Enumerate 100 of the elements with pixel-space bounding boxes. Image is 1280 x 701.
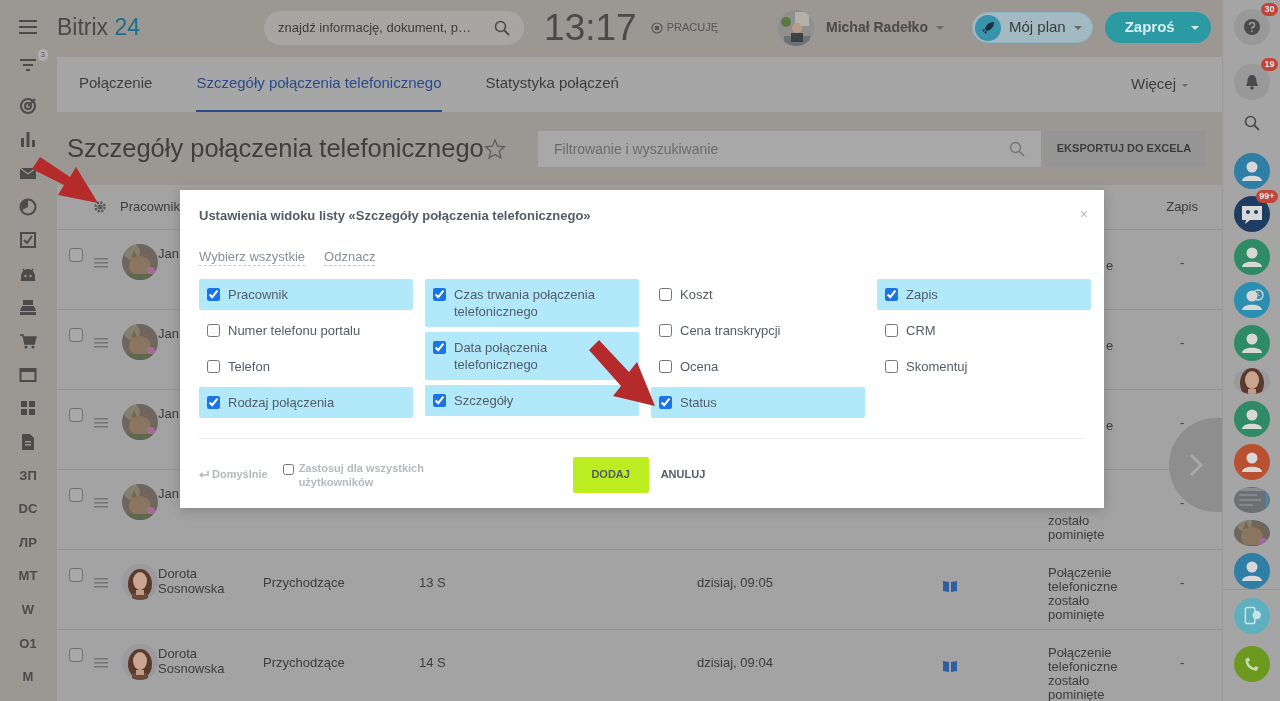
tab[interactable]: Statystyka połączeń <box>485 57 619 112</box>
invite-button[interactable]: Zaproś <box>1104 12 1211 43</box>
checkbox[interactable] <box>659 395 672 409</box>
stop-icon[interactable] <box>650 21 663 34</box>
book-icon[interactable] <box>943 659 957 672</box>
checkbox[interactable] <box>659 323 672 337</box>
option-label[interactable]: Pracownik <box>228 285 288 303</box>
export-button[interactable]: EKSPORTUJ DO EXCELA <box>1043 130 1205 167</box>
option-row[interactable]: Koszt <box>651 278 865 310</box>
option-label[interactable]: Status <box>680 393 717 411</box>
clock-icon[interactable] <box>19 197 37 216</box>
option-row[interactable]: Ocena <box>651 350 865 382</box>
checkbox[interactable] <box>433 340 446 354</box>
drag-handle-icon[interactable] <box>94 337 108 348</box>
contact-avatar[interactable] <box>1233 325 1270 361</box>
contact-avatar[interactable] <box>1233 444 1270 480</box>
option-label[interactable]: Koszt <box>680 285 713 303</box>
row-checkbox[interactable] <box>69 408 83 422</box>
option-label[interactable]: Ocena <box>680 357 719 375</box>
menu-item[interactable]: MT <box>18 566 38 586</box>
option-row[interactable]: Czas trwania połączenia telefonicznego <box>425 278 639 327</box>
user-name[interactable]: Michał Radełko <box>826 17 944 38</box>
apps-grid-icon[interactable] <box>19 399 37 418</box>
help-icon[interactable] <box>1243 19 1260 35</box>
contact-avatar[interactable] <box>1233 553 1270 589</box>
contact-avatar[interactable] <box>1233 239 1270 275</box>
row-checkbox[interactable] <box>69 568 83 582</box>
book-icon[interactable] <box>943 579 957 592</box>
menu-item[interactable]: W <box>21 599 35 620</box>
search-icon[interactable] <box>1243 114 1260 131</box>
option-label[interactable]: Szczegóły <box>454 391 514 409</box>
more-menu[interactable]: Więcej <box>1125 57 1194 112</box>
target-icon[interactable] <box>19 96 37 115</box>
checkbox[interactable] <box>433 287 446 301</box>
bar-chart-icon[interactable] <box>19 130 37 149</box>
menu-item[interactable]: O1 <box>19 633 37 654</box>
checkbox[interactable] <box>885 359 898 373</box>
cancel-button[interactable]: ANULUJ <box>660 466 706 483</box>
menu-icon[interactable] <box>19 20 37 34</box>
phone-cloud-icon[interactable] <box>1233 597 1270 635</box>
row-checkbox[interactable] <box>69 648 83 662</box>
settings-icon[interactable] <box>93 200 107 214</box>
checkbox[interactable] <box>659 359 672 373</box>
option-label[interactable]: Cena transkrypcji <box>680 321 781 339</box>
checkbox[interactable] <box>207 287 220 301</box>
checkbox[interactable] <box>433 393 446 407</box>
option-row[interactable]: Rodzaj połączenia <box>199 386 413 418</box>
option-label[interactable]: CRM <box>906 321 936 339</box>
phone-icon[interactable] <box>1233 645 1270 683</box>
option-row[interactable]: Telefon <box>199 350 413 382</box>
employee-name[interactable]: Dorota Sosnowska <box>158 646 250 676</box>
checkbox[interactable] <box>207 395 220 409</box>
cart-icon[interactable] <box>19 331 37 350</box>
drag-handle-icon[interactable] <box>94 417 108 428</box>
tab[interactable]: Połączenie <box>79 57 153 112</box>
checkbox[interactable] <box>659 287 672 301</box>
window-icon[interactable] <box>19 365 37 384</box>
menu-item[interactable]: ЛР <box>19 532 37 553</box>
drag-handle-icon[interactable] <box>94 257 108 268</box>
option-label[interactable]: Data połączenia telefonicznego <box>454 338 631 373</box>
option-label[interactable]: Rodzaj połączenia <box>228 393 335 411</box>
option-label[interactable]: Numer telefonu portalu <box>228 321 361 339</box>
checkbox[interactable] <box>207 323 220 337</box>
deselect-link[interactable]: Odznacz <box>324 248 376 266</box>
contact-avatar[interactable] <box>1233 282 1270 318</box>
checkbox[interactable] <box>207 359 220 373</box>
checkbox[interactable] <box>885 287 898 301</box>
bell-icon[interactable] <box>1243 74 1260 90</box>
column-header[interactable]: Zapis <box>1166 197 1198 217</box>
option-label[interactable]: Czas trwania połączenia telefonicznego <box>454 285 631 320</box>
contact-avatar[interactable] <box>1233 153 1270 189</box>
option-row[interactable]: Cena transkrypcji <box>651 314 865 346</box>
select-all-link[interactable]: Wybierz wszystkie <box>199 248 306 266</box>
cash-register-icon[interactable] <box>19 298 37 317</box>
option-row[interactable]: Data połączenia telefonicznego <box>425 331 639 380</box>
option-label[interactable]: Skomentuj <box>906 357 968 375</box>
option-row[interactable]: CRM <box>877 314 1091 346</box>
search-field[interactable]: znajdź informację, dokument, p… <box>264 10 525 45</box>
drag-handle-icon[interactable] <box>94 577 108 588</box>
drag-handle-icon[interactable] <box>94 497 108 508</box>
option-row[interactable]: Numer telefonu portalu <box>199 314 413 346</box>
plan-button[interactable]: Mój plan <box>971 12 1093 43</box>
option-row[interactable]: Skomentuj <box>877 350 1091 382</box>
row-checkbox[interactable] <box>69 248 83 262</box>
checkbox[interactable] <box>885 323 898 337</box>
filter-icon[interactable] <box>19 56 37 74</box>
option-row[interactable]: Pracownik <box>199 278 413 310</box>
tab[interactable]: Szczegóły połączenia telefonicznego <box>196 57 442 112</box>
drag-handle-icon[interactable] <box>94 657 108 668</box>
option-row[interactable]: Status <box>651 386 865 418</box>
option-label[interactable]: Telefon <box>228 357 270 375</box>
contact-avatar[interactable] <box>1233 401 1270 437</box>
option-label[interactable]: Zapis <box>906 285 938 303</box>
option-row[interactable]: Szczegóły <box>425 384 639 416</box>
menu-item[interactable]: ЗП <box>19 465 37 486</box>
menu-item[interactable]: DC <box>18 499 38 519</box>
document-icon[interactable] <box>19 432 37 451</box>
row-checkbox[interactable] <box>69 328 83 342</box>
menu-item[interactable]: M <box>22 667 34 687</box>
option-row[interactable]: Zapis <box>877 278 1091 310</box>
